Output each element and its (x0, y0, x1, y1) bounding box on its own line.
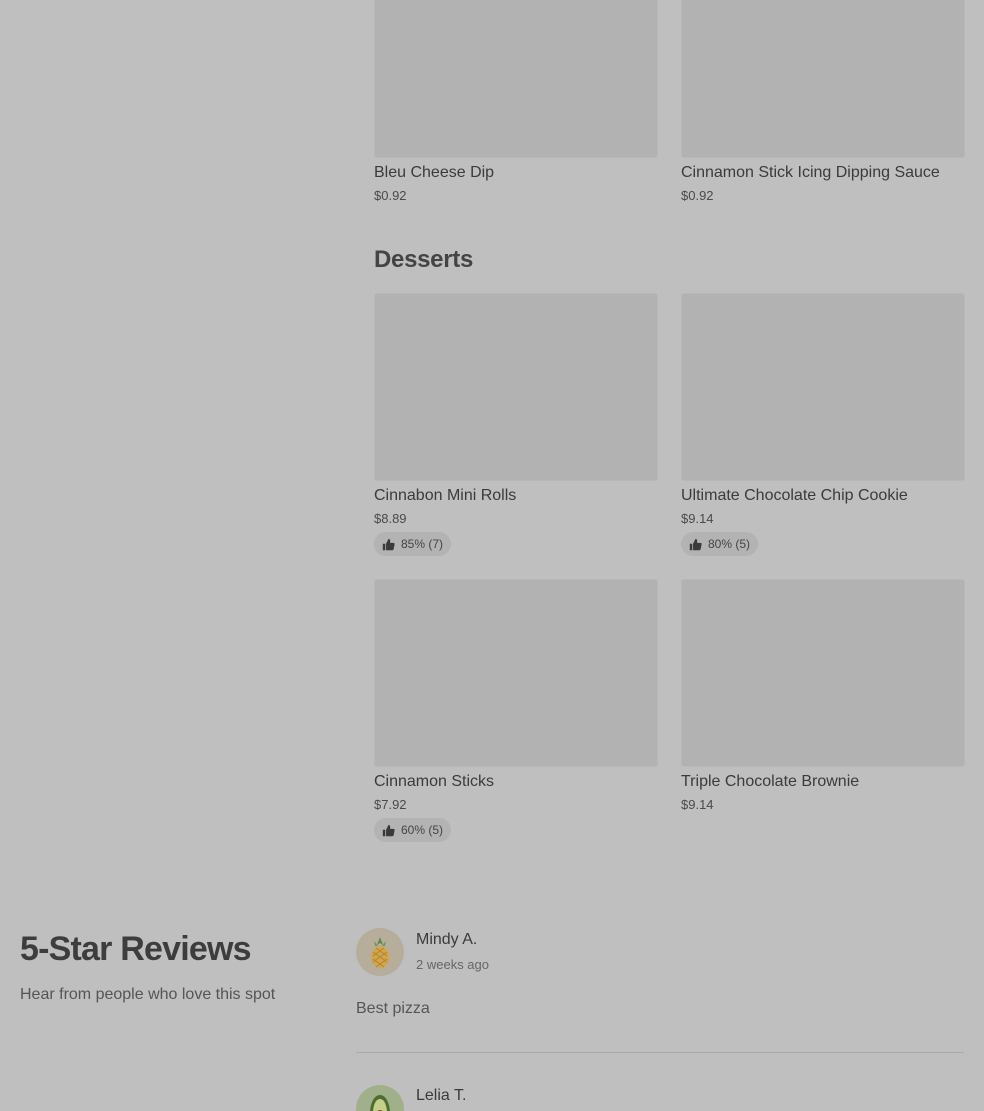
item-image[interactable] (374, 579, 658, 767)
review-timestamp: 2 weeks ago (416, 957, 489, 972)
rating-badge: 80% (5) (681, 532, 759, 556)
avocado-icon (370, 1095, 390, 1111)
reviewer-avatar (356, 1085, 404, 1111)
reviewer-name[interactable]: Lelia T. (416, 1087, 466, 1105)
menu-item-card[interactable]: Cinnamon Stick Icing Dipping Sauce $0.92 (681, 0, 965, 203)
item-name: Cinnamon Sticks (374, 773, 495, 790)
reviewer-name[interactable]: Mindy A. (416, 931, 477, 949)
item-name: Cinnamon Stick Icing Dipping Sauce (681, 164, 940, 181)
rating-text: 60% (5) (401, 823, 444, 837)
item-name: Cinnabon Mini Rolls (374, 487, 517, 504)
rating-text: 85% (7) (401, 537, 444, 551)
item-image[interactable] (681, 579, 965, 767)
menu-item-card[interactable]: Cinnamon Sticks $7.92 60% (5) (374, 579, 658, 842)
item-price: $7.92 (374, 797, 407, 812)
menu-item-card[interactable]: Bleu Cheese Dip $0.92 (374, 0, 658, 203)
rating-badge: 85% (7) (374, 532, 452, 556)
item-name: Bleu Cheese Dip (374, 164, 495, 181)
item-image[interactable] (374, 0, 658, 158)
item-name: Triple Chocolate Brownie (681, 773, 860, 790)
item-price: $9.14 (681, 797, 714, 812)
item-price: $9.14 (681, 511, 714, 526)
item-image[interactable] (681, 0, 965, 158)
thumbs-up-icon (382, 824, 395, 836)
rating-text: 80% (5) (708, 537, 751, 551)
item-price: $8.89 (374, 511, 407, 526)
item-price: $0.92 (374, 188, 407, 203)
review-card: Mindy A. 2 weeks ago Best pizza (356, 928, 964, 1058)
thumbs-up-icon (382, 538, 395, 550)
item-name: Ultimate Chocolate Chip Cookie (681, 487, 908, 504)
item-price: $0.92 (681, 188, 714, 203)
item-image[interactable] (374, 293, 658, 481)
menu-item-card[interactable]: Cinnabon Mini Rolls $8.89 85% (7) (374, 293, 658, 556)
thumbs-up-icon (689, 538, 702, 550)
review-text: Best pizza (356, 1000, 430, 1017)
pineapple-icon (371, 937, 389, 968)
review-card: Lelia T. (356, 1085, 964, 1111)
reviews-heading: 5-Star Reviews (20, 930, 252, 968)
item-image[interactable] (681, 293, 965, 481)
reviews-subheading: Hear from people who love this spot (20, 986, 276, 1003)
rating-badge: 60% (5) (374, 818, 452, 842)
store-page: Bleu Cheese Dip $0.92 Cinnamon Stick Ici… (0, 0, 984, 1111)
menu-item-card[interactable]: Triple Chocolate Brownie $9.14 (681, 579, 965, 812)
reviewer-avatar (356, 928, 404, 976)
section-title-desserts: Desserts (374, 246, 474, 273)
menu-item-card[interactable]: Ultimate Chocolate Chip Cookie $9.14 80%… (681, 293, 965, 556)
review-divider (356, 1052, 964, 1053)
